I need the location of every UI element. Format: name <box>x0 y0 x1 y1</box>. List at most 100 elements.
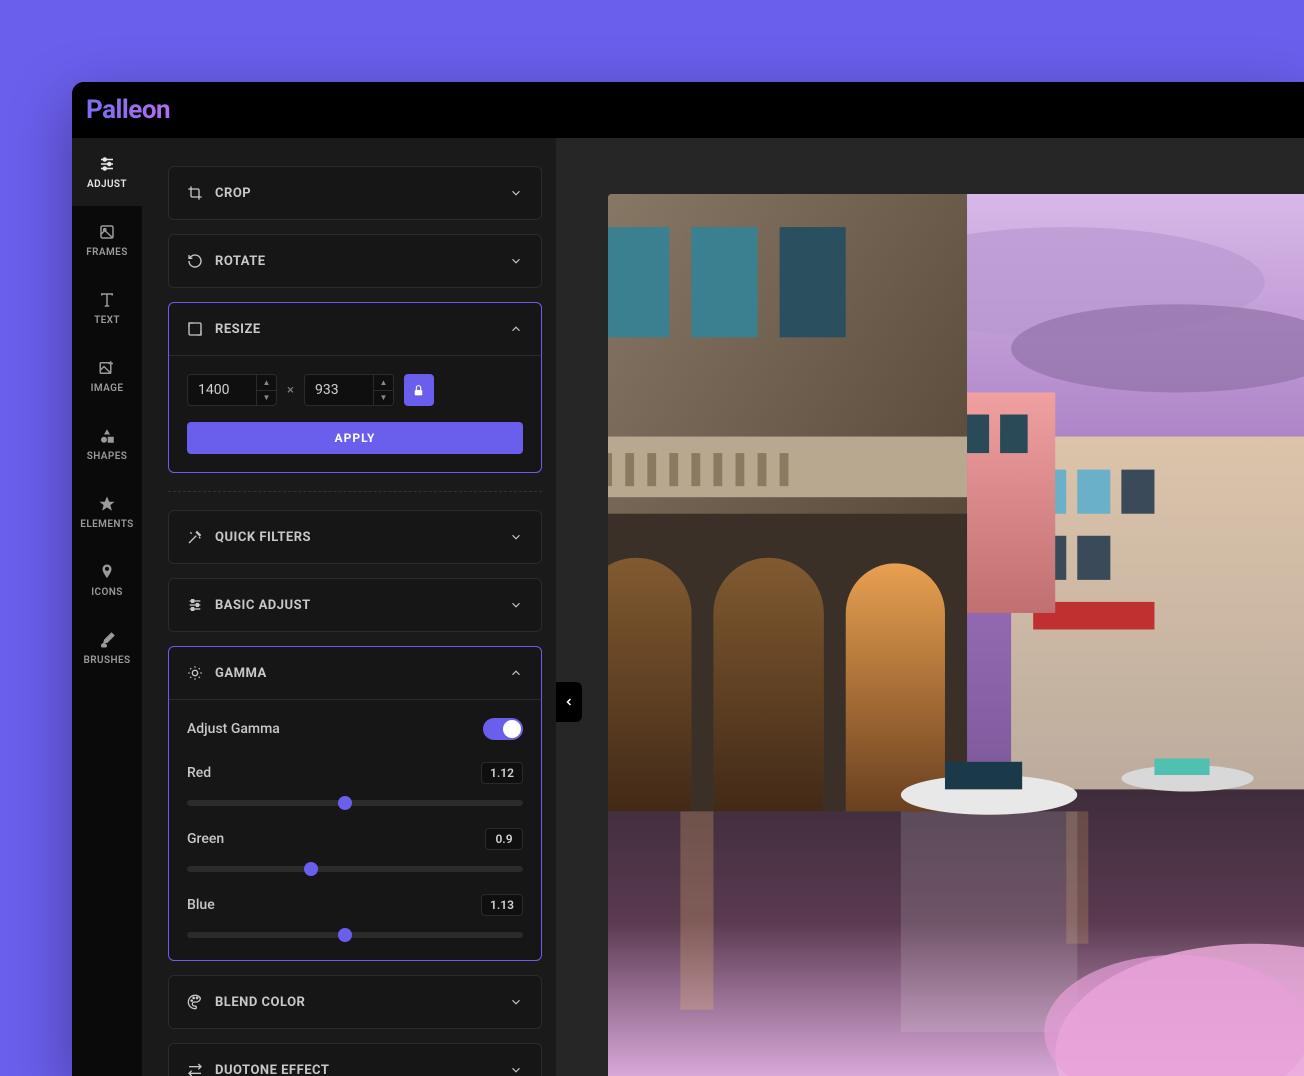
panel-gamma: GAMMA Adjust Gamma Red 1.12 Green <box>168 646 542 961</box>
gamma-red-slider[interactable] <box>187 800 523 806</box>
panel-title: GAMMA <box>215 666 267 681</box>
panel-header-gamma[interactable]: GAMMA <box>169 647 541 699</box>
swap-icon <box>187 1062 203 1076</box>
canvas-area <box>556 138 1304 1076</box>
text-icon <box>98 291 116 309</box>
resize-icon <box>187 321 203 337</box>
panel-title: QUICK FILTERS <box>215 530 311 545</box>
gamma-red-thumb[interactable] <box>338 796 352 810</box>
rail-item-text[interactable]: TEXT <box>72 274 142 342</box>
height-input[interactable] <box>305 382 373 398</box>
panel-header-quick-filters[interactable]: QUICK FILTERS <box>169 511 541 563</box>
chevron-down-icon <box>509 995 523 1009</box>
collapse-sidebar-button[interactable] <box>556 682 582 722</box>
rail-label: TEXT <box>94 315 120 326</box>
tool-rail: ADJUST FRAMES TEXT IMAGE SHAPES ELEMENTS <box>72 138 142 1076</box>
panel-header-resize[interactable]: RESIZE <box>169 303 541 355</box>
gamma-green-thumb[interactable] <box>304 862 318 876</box>
sliders-icon <box>98 155 116 173</box>
adjust-icon <box>187 597 203 613</box>
resize-inputs: ▲ ▼ × ▲ ▼ <box>187 374 523 406</box>
rail-label: FRAMES <box>86 247 127 258</box>
width-spinner: ▲ ▼ <box>256 375 276 405</box>
side-panel: CROP ROTATE RESIZE <box>142 138 556 1076</box>
rail-label: SHAPES <box>87 451 128 462</box>
gamma-red-value: 1.12 <box>481 762 523 784</box>
panel-header-rotate[interactable]: ROTATE <box>169 235 541 287</box>
lock-aspect-button[interactable] <box>404 374 434 406</box>
panel-header-duotone[interactable]: DUOTONE EFFECT <box>169 1044 541 1076</box>
rail-label: IMAGE <box>91 383 124 394</box>
chevron-down-icon <box>509 186 523 200</box>
width-input-wrap: ▲ ▼ <box>187 374 277 406</box>
gamma-toggle[interactable] <box>483 718 523 740</box>
panel-title: DUOTONE EFFECT <box>215 1063 329 1076</box>
panel-title: BLEND COLOR <box>215 995 305 1010</box>
rail-item-adjust[interactable]: ADJUST <box>72 138 142 206</box>
rail-item-shapes[interactable]: SHAPES <box>72 410 142 478</box>
gamma-red-label: Red <box>187 765 211 781</box>
app-body: ADJUST FRAMES TEXT IMAGE SHAPES ELEMENTS <box>72 138 1304 1076</box>
star-icon <box>98 495 116 513</box>
rail-item-frames[interactable]: FRAMES <box>72 206 142 274</box>
panel-duotone: DUOTONE EFFECT <box>168 1043 542 1076</box>
gamma-toggle-row: Adjust Gamma <box>187 718 523 740</box>
panel-title: RESIZE <box>215 322 261 337</box>
width-input[interactable] <box>188 382 256 398</box>
lock-icon <box>412 384 425 397</box>
app-window: Palleon ADJUST FRAMES TEXT IMAGE S <box>72 82 1304 1076</box>
rail-item-elements[interactable]: ELEMENTS <box>72 478 142 546</box>
gamma-blue-value: 1.13 <box>481 894 523 916</box>
logo: Palleon <box>86 95 170 125</box>
gamma-green-label: Green <box>187 831 224 847</box>
wand-icon <box>187 529 203 545</box>
gamma-blue-label: Blue <box>187 897 215 913</box>
chevron-up-icon <box>509 666 523 680</box>
panel-crop: CROP <box>168 166 542 220</box>
pin-icon <box>98 563 116 581</box>
rail-item-image[interactable]: IMAGE <box>72 342 142 410</box>
panel-header-basic-adjust[interactable]: BASIC ADJUST <box>169 579 541 631</box>
panel-title: CROP <box>215 186 251 201</box>
chevron-down-icon <box>509 1063 523 1076</box>
palette-icon <box>187 994 203 1010</box>
rail-label: BRUSHES <box>84 655 131 666</box>
panel-title: ROTATE <box>215 254 266 269</box>
panel-basic-adjust: BASIC ADJUST <box>168 578 542 632</box>
panel-resize: RESIZE ▲ ▼ × <box>168 302 542 473</box>
panel-header-crop[interactable]: CROP <box>169 167 541 219</box>
sun-icon <box>187 665 203 681</box>
rail-item-brushes[interactable]: BRUSHES <box>72 614 142 682</box>
apply-button[interactable]: APPLY <box>187 422 523 454</box>
panel-title: BASIC ADJUST <box>215 598 311 613</box>
photo-placeholder <box>608 194 1304 1076</box>
gamma-blue-row: Blue 1.13 <box>187 894 523 916</box>
rail-label: ADJUST <box>87 179 127 190</box>
rail-label: ELEMENTS <box>80 519 133 530</box>
resize-body: ▲ ▼ × ▲ ▼ <box>169 355 541 472</box>
gamma-green-slider[interactable] <box>187 866 523 872</box>
frame-icon <box>98 223 116 241</box>
chevron-down-icon <box>509 530 523 544</box>
height-down[interactable]: ▼ <box>374 391 393 406</box>
width-up[interactable]: ▲ <box>257 375 276 391</box>
panel-header-blend-color[interactable]: BLEND COLOR <box>169 976 541 1028</box>
panel-quick-filters: QUICK FILTERS <box>168 510 542 564</box>
rail-label: ICONS <box>91 587 123 598</box>
crop-icon <box>187 185 203 201</box>
rotate-icon <box>187 253 203 269</box>
panel-blend-color: BLEND COLOR <box>168 975 542 1029</box>
gamma-green-row: Green 0.9 <box>187 828 523 850</box>
height-up[interactable]: ▲ <box>374 375 393 391</box>
gamma-blue-slider[interactable] <box>187 932 523 938</box>
brush-icon <box>98 631 116 649</box>
gamma-red-row: Red 1.12 <box>187 762 523 784</box>
header: Palleon <box>72 82 1304 138</box>
gamma-toggle-label: Adjust Gamma <box>187 721 280 737</box>
gamma-blue-thumb[interactable] <box>338 928 352 942</box>
rail-item-icons[interactable]: ICONS <box>72 546 142 614</box>
image-icon <box>98 359 116 377</box>
height-input-wrap: ▲ ▼ <box>304 374 394 406</box>
canvas-image[interactable] <box>608 194 1304 1076</box>
width-down[interactable]: ▼ <box>257 391 276 406</box>
